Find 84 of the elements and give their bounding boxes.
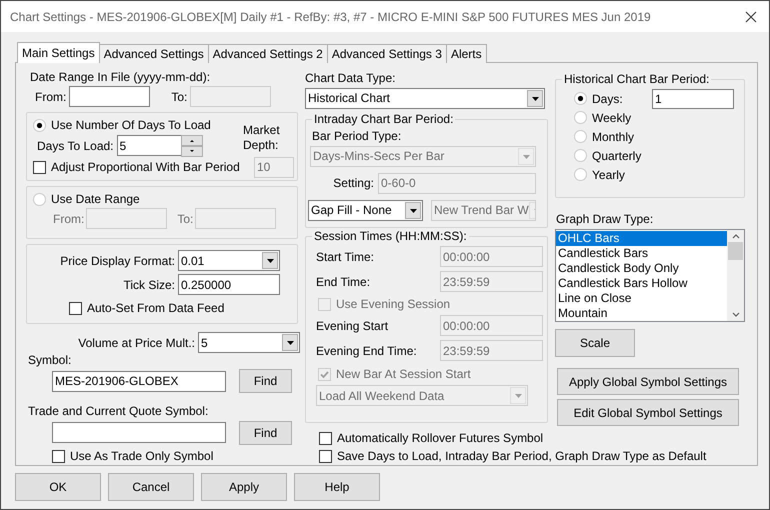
checkbox-square-icon (69, 302, 82, 315)
checkbox-square-icon (318, 368, 331, 381)
dialog-button[interactable]: Cancel (108, 473, 194, 501)
field-label: Trade and Current Quote Symbol: (28, 404, 208, 418)
dialog-button[interactable]: Help (294, 473, 380, 501)
tab[interactable]: Advanced Settings (98, 44, 209, 63)
field-label: From: (35, 90, 66, 104)
checkbox[interactable]: Save Days to Load, Intraday Bar Period, Graph Draw Type as Default (319, 449, 706, 464)
input-field[interactable] (52, 422, 226, 444)
tab[interactable]: Alerts (446, 44, 487, 63)
tab[interactable]: Advanced Settings 2 (208, 44, 328, 63)
input-field[interactable]: 5 (116, 135, 182, 156)
group-title: Session Times (HH:MM:SS): (312, 229, 469, 244)
input-field[interactable]: 1 (652, 88, 734, 108)
radio-button[interactable]: Use Number Of Days To Load (33, 118, 211, 132)
list-item[interactable]: Line on Close (556, 291, 727, 306)
dialog-button[interactable]: Apply (201, 473, 287, 501)
field-label: From: (53, 212, 84, 226)
field-label: End Time: (316, 274, 370, 289)
input-field[interactable] (69, 86, 150, 108)
field-label: Evening End Time: (316, 344, 417, 358)
list-item[interactable]: OHLC Bars (556, 231, 727, 246)
field-label: To: (177, 212, 194, 226)
input-field[interactable]: 0.250000 (178, 274, 280, 296)
checkbox-square-icon (319, 450, 332, 463)
checkbox[interactable]: Use As Trade Only Symbol (52, 449, 214, 464)
field-label: Chart Data Type: (305, 70, 396, 85)
radio-circle-icon (574, 130, 587, 143)
field-label: Start Time: (316, 250, 374, 264)
find-button[interactable]: Find (239, 369, 292, 394)
radio-button[interactable]: Weekly (574, 110, 632, 124)
dropdown[interactable]: 0.01 (178, 250, 280, 272)
checkbox-square-icon (319, 432, 332, 445)
field-label: Bar Period Type: (312, 129, 402, 144)
find-button[interactable]: Find (239, 420, 292, 445)
field-label: To: (171, 90, 188, 104)
list-item[interactable]: Candlestick Bars (556, 246, 727, 261)
tab[interactable]: Advanced Settings 3 (326, 44, 447, 63)
checkbox-square-icon (318, 298, 331, 311)
field-label: Days To Load: (37, 138, 114, 153)
scale-button[interactable]: Scale (555, 329, 635, 357)
checkbox[interactable]: Auto-Set From Data Feed (69, 301, 224, 316)
close-icon[interactable] (745, 10, 757, 22)
radio-circle-icon (33, 192, 46, 206)
window-title: Chart Settings - MES-201906-GLOBEX[M] Daily #1 - RefBy: #3, #7 - MICRO E-MINI S&P 500 FUTURES MES Jun 2019 (10, 10, 651, 24)
checkbox-square-icon (33, 160, 46, 174)
radio-circle-icon (33, 118, 46, 132)
radio-button[interactable]: Yearly (574, 168, 625, 182)
checkbox[interactable]: Adjust Proportional With Bar Period (33, 160, 240, 174)
radio-button[interactable]: Days: (574, 92, 623, 106)
global-settings-button[interactable]: Edit Global Symbol Settings (557, 399, 739, 426)
checkbox[interactable]: Automatically Rollover Futures Symbol (319, 431, 544, 446)
field-label: Symbol: (28, 353, 72, 368)
scrollbar-thumb[interactable] (728, 242, 743, 260)
scrollbar[interactable] (727, 230, 744, 321)
checkbox-square-icon (52, 450, 65, 463)
dropdown[interactable]: Historical Chart (305, 88, 545, 109)
spinner-icon[interactable] (180, 134, 202, 157)
input-field[interactable]: MES-201906-GLOBEX (52, 370, 226, 392)
radio-button[interactable]: Monthly (574, 130, 634, 144)
tab[interactable]: Main Settings (17, 42, 100, 63)
field-label: Tick Size: (122, 278, 175, 292)
dropdown[interactable]: 5 (198, 332, 300, 354)
input-field[interactable] (195, 208, 276, 230)
field-label: Setting: (332, 176, 374, 190)
list-item[interactable]: Candlestick Bars Hollow (556, 276, 727, 291)
radio-circle-icon (574, 168, 587, 181)
field-label: Evening Start (316, 318, 388, 333)
field-label: Graph Draw Type: (556, 212, 654, 226)
field-label: Volume at Price Mult.: (77, 336, 195, 350)
field-label: Date Range In File (yyyy-mm-dd): (30, 70, 210, 84)
dialog-button[interactable]: OK (15, 473, 101, 501)
list-item[interactable]: Mountain (556, 306, 727, 321)
list-item[interactable]: Candlestick Body Only (556, 261, 727, 276)
global-settings-button[interactable]: Apply Global Symbol Settings (557, 368, 739, 395)
radio-circle-icon (574, 92, 587, 105)
radio-button[interactable]: Quarterly (574, 148, 642, 162)
input-field[interactable] (86, 208, 168, 230)
group-title: Intraday Chart Bar Period: (312, 112, 456, 126)
radio-circle-icon (574, 111, 587, 124)
radio-circle-icon (574, 149, 587, 162)
field-label: Market Depth: (243, 122, 281, 153)
field-label: Price Display Format: (59, 254, 175, 268)
group-title: Historical Chart Bar Period: (562, 72, 712, 86)
